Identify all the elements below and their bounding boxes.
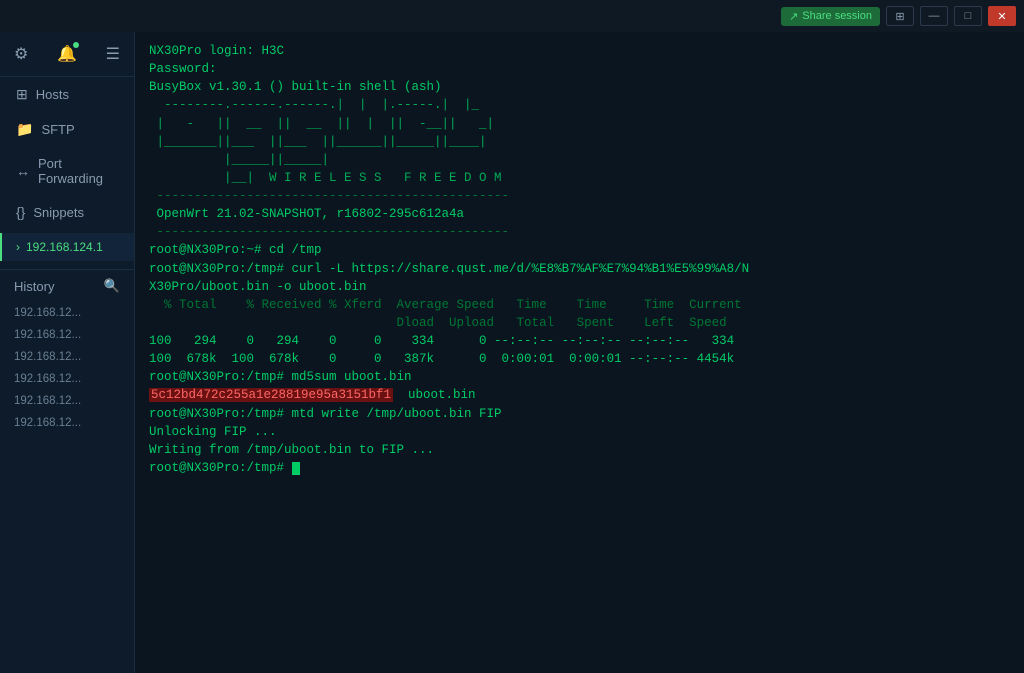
sidebar-item-hosts[interactable]: ⊞ Hosts [0, 77, 134, 112]
settings-icon[interactable]: ⚙ [14, 44, 28, 64]
history-item[interactable]: 192.168.12... [0, 324, 134, 346]
terminal-output: NX30Pro login: H3C Password: BusyBox v1.… [135, 32, 1024, 673]
sidebar-item-sftp[interactable]: 📁 SFTP [0, 112, 134, 147]
session-label: 192.168.124.1 [26, 240, 103, 254]
sidebar-item-port-forwarding[interactable]: ↔ Port Forwarding [0, 147, 134, 195]
notification-icon[interactable]: 🔔 [57, 44, 77, 64]
minimize-button[interactable]: — [920, 6, 948, 26]
sidebar-item-snippets[interactable]: {} Snippets [0, 195, 134, 229]
history-item[interactable]: 192.168.12... [0, 412, 134, 434]
sidebar-history: History 🔍 192.168.12... 192.168.12... 19… [0, 269, 134, 434]
history-item[interactable]: 192.168.12... [0, 302, 134, 324]
terminal-area[interactable]: NX30Pro login: H3C Password: BusyBox v1.… [135, 32, 1024, 673]
share-session-button[interactable]: ↗ Share session [781, 7, 880, 26]
sidebar: ⚙ 🔔 ☰ ⊞ Hosts 📁 SFTP ↔ Port Forwarding {… [0, 32, 135, 673]
history-item[interactable]: 192.168.12... [0, 346, 134, 368]
history-item[interactable]: 192.168.12... [0, 390, 134, 412]
grid-button[interactable]: ⊞ [886, 6, 914, 26]
history-item[interactable]: 192.168.12... [0, 368, 134, 390]
hosts-icon: ⊞ [16, 86, 28, 103]
session-arrow: › [16, 240, 20, 254]
port-forwarding-icon: ↔ [16, 163, 30, 179]
titlebar: ↗ Share session ⊞ — □ ✕ [0, 0, 1024, 32]
sftp-icon: 📁 [16, 121, 33, 138]
history-header: History 🔍 [0, 270, 134, 302]
main-layout: ⚙ 🔔 ☰ ⊞ Hosts 📁 SFTP ↔ Port Forwarding {… [0, 32, 1024, 673]
sidebar-nav: ⊞ Hosts 📁 SFTP ↔ Port Forwarding {} Snip… [0, 77, 134, 229]
history-label: History [14, 279, 54, 294]
share-label: Share session [802, 10, 872, 22]
maximize-button[interactable]: □ [954, 6, 982, 26]
hosts-label: Hosts [36, 87, 69, 102]
menu-icon[interactable]: ☰ [106, 44, 120, 64]
history-search-icon[interactable]: 🔍 [104, 278, 120, 294]
share-icon: ↗ [789, 10, 798, 23]
snippets-label: Snippets [33, 205, 84, 220]
sidebar-sessions: › 192.168.124.1 [0, 233, 134, 261]
close-button[interactable]: ✕ [988, 6, 1016, 26]
snippets-icon: {} [16, 204, 25, 220]
active-session[interactable]: › 192.168.124.1 [0, 233, 134, 261]
sftp-label: SFTP [41, 122, 74, 137]
port-forwarding-label: Port Forwarding [38, 156, 120, 186]
sidebar-top: ⚙ 🔔 ☰ [0, 32, 134, 77]
